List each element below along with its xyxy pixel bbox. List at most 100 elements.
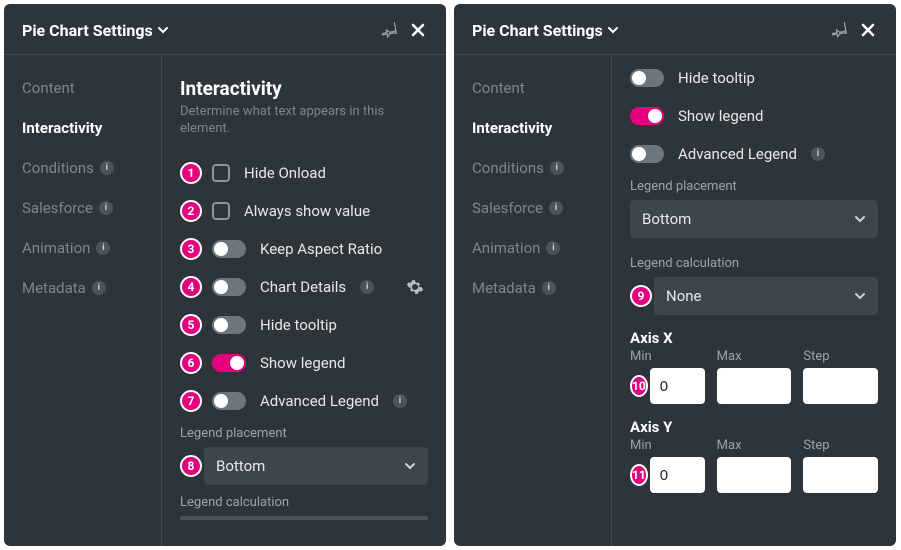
axis-x-block: Axis X Min 10 Max Step: [630, 329, 878, 404]
axis-y-min-input[interactable]: [650, 457, 705, 493]
annotation-marker: 3: [180, 238, 202, 260]
row-hide-tooltip: Hide tooltip: [630, 63, 878, 93]
select-value: Bottom: [642, 210, 691, 228]
axis-x-max-input[interactable]: [717, 368, 792, 404]
info-badge-icon: i: [100, 161, 114, 175]
keep-aspect-toggle[interactable]: [212, 240, 246, 258]
show-legend-toggle[interactable]: [630, 107, 664, 125]
settings-panel-left: Pie Chart Settings Content Interactivity…: [4, 4, 446, 546]
info-badge-icon: i: [393, 394, 407, 408]
sidebar-item-interactivity[interactable]: Interactivity: [472, 119, 611, 137]
row-label: Always show value: [244, 202, 370, 220]
hide-onload-checkbox[interactable]: [212, 164, 230, 182]
chart-details-gear-button[interactable]: [406, 278, 428, 296]
close-icon: [859, 21, 877, 39]
sidebar-item-label: Metadata: [472, 279, 536, 297]
sidebar-item-label: Salesforce: [22, 199, 93, 217]
sidebar-item-animation[interactable]: Animation i: [22, 239, 161, 257]
sidebar-item-content[interactable]: Content: [22, 79, 161, 97]
select-value: None: [666, 287, 702, 305]
row-label: Advanced Legend: [678, 145, 797, 163]
sidebar-item-label: Conditions: [22, 159, 94, 177]
annotation-marker: 4: [180, 276, 202, 298]
row-label: Chart Details: [260, 278, 346, 296]
row-label: Advanced Legend: [260, 392, 379, 410]
row-label: Hide tooltip: [260, 316, 337, 334]
axis-y-max-label: Max: [717, 438, 792, 453]
legend-placement-label: Legend placement: [180, 426, 428, 441]
info-badge-icon: i: [360, 280, 374, 294]
content-subhead: Determine what text appears in this elem…: [180, 104, 428, 138]
info-badge-icon: i: [811, 147, 825, 161]
show-legend-toggle[interactable]: [212, 354, 246, 372]
gear-icon: [406, 278, 424, 296]
pin-icon[interactable]: [376, 16, 404, 44]
row-label: Hide Onload: [244, 164, 326, 182]
sidebar-item-label: Conditions: [472, 159, 544, 177]
sidebar-item-label: Content: [472, 79, 525, 97]
chart-details-toggle[interactable]: [212, 278, 246, 296]
axis-x-step-input[interactable]: [803, 368, 878, 404]
axis-x-step-label: Step: [803, 349, 878, 364]
panel-body: Content Interactivity Conditions i Salesf…: [4, 55, 446, 546]
axis-y-step-input[interactable]: [803, 457, 878, 493]
annotation-marker: 2: [180, 200, 202, 222]
panel-title-dropdown[interactable]: Pie Chart Settings: [472, 21, 619, 40]
sidebar-item-salesforce[interactable]: Salesforcei: [22, 199, 161, 217]
legend-placement-label: Legend placement: [630, 179, 878, 194]
panel-body: Content Interactivity Conditions i Salesf…: [454, 55, 896, 546]
row-keep-aspect: 3 Keep Aspect Ratio: [180, 234, 428, 264]
row-show-legend: 6 Show legend: [180, 348, 428, 378]
sidebar-item-animation[interactable]: Animationi: [472, 239, 611, 257]
row-label: Keep Aspect Ratio: [260, 240, 382, 258]
axis-x-min-label: Min: [630, 349, 705, 364]
advanced-legend-toggle[interactable]: [212, 392, 246, 410]
info-badge-icon: i: [92, 281, 106, 295]
legend-calc-label: Legend calculation: [630, 256, 878, 271]
sidebar-item-conditions[interactable]: Conditions i: [472, 159, 611, 177]
axis-y-block: Axis Y Min 11 Max Step: [630, 418, 878, 493]
sidebar-item-label: Interactivity: [22, 119, 102, 137]
content-area: Hide tooltip Show legend Advanced Legend…: [612, 55, 896, 546]
panel-header: Pie Chart Settings: [4, 4, 446, 55]
info-badge-icon: i: [550, 161, 564, 175]
legend-calc-select[interactable]: None: [654, 277, 878, 315]
pin-icon[interactable]: [826, 16, 854, 44]
info-badge-icon: i: [96, 241, 110, 255]
sidebar-item-label: Animation: [22, 239, 90, 257]
sidebar-item-conditions[interactable]: Conditions i: [22, 159, 161, 177]
close-button[interactable]: [404, 16, 432, 44]
sidebar-item-label: Metadata: [22, 279, 86, 297]
legend-placement-select[interactable]: Bottom: [630, 200, 878, 238]
advanced-legend-toggle[interactable]: [630, 145, 664, 163]
sidebar-item-label: Interactivity: [472, 119, 552, 137]
select-value: Bottom: [216, 457, 265, 475]
close-button[interactable]: [854, 16, 882, 44]
annotation-marker: 6: [180, 352, 202, 374]
sidebar-item-interactivity[interactable]: Interactivity: [22, 119, 161, 137]
always-show-value-checkbox[interactable]: [212, 202, 230, 220]
axis-y-min-label: Min: [630, 438, 705, 453]
sidebar-item-metadata[interactable]: Metadata i: [22, 279, 161, 297]
sidebar-item-metadata[interactable]: Metadatai: [472, 279, 611, 297]
row-hide-tooltip: 5 Hide tooltip: [180, 310, 428, 340]
annotation-marker: 8: [180, 455, 202, 477]
sidebar-item-salesforce[interactable]: Salesforcei: [472, 199, 611, 217]
chevron-down-icon: [157, 24, 169, 36]
row-chart-details: 4 Chart Details i: [180, 272, 428, 302]
legend-placement-select[interactable]: Bottom: [204, 447, 428, 485]
hide-tooltip-toggle[interactable]: [630, 69, 664, 87]
chevron-down-icon: [854, 290, 866, 302]
row-advanced-legend: Advanced Legend i: [630, 139, 878, 169]
hide-tooltip-toggle[interactable]: [212, 316, 246, 334]
chevron-down-icon: [854, 213, 866, 225]
sidebar: Content Interactivity Conditions i Salesf…: [4, 55, 162, 546]
legend-calc-label: Legend calculation: [180, 495, 428, 510]
sidebar-item-content[interactable]: Content: [472, 79, 611, 97]
annotation-marker: 7: [180, 390, 202, 412]
axis-y-max-input[interactable]: [717, 457, 792, 493]
panel-title-dropdown[interactable]: Pie Chart Settings: [22, 21, 169, 40]
axis-x-min-input[interactable]: [650, 368, 705, 404]
row-hide-onload: 1 Hide Onload: [180, 158, 428, 188]
row-label: Show legend: [678, 107, 763, 125]
